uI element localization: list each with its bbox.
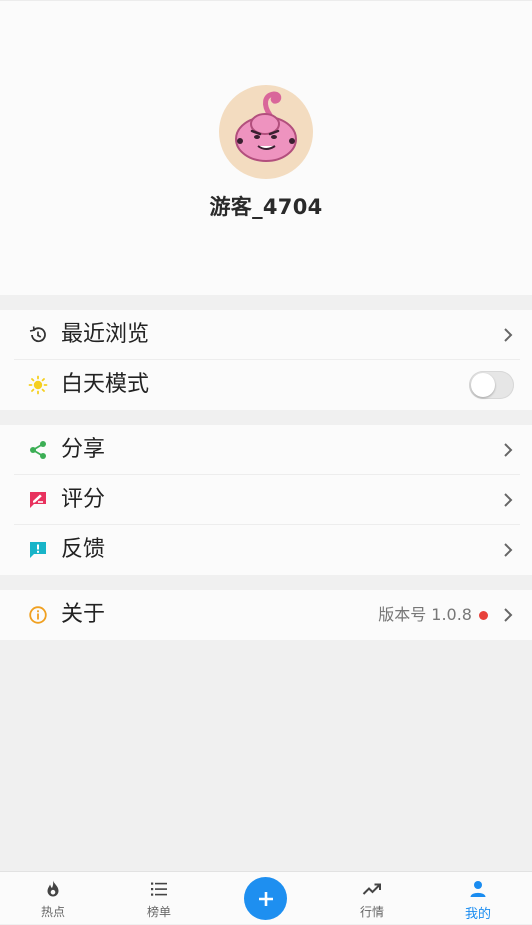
chevron-right-icon <box>502 442 514 458</box>
settings-group-2: 分享 评分 反馈 <box>0 425 532 575</box>
feedback-icon <box>28 540 48 560</box>
chevron-right-icon <box>502 492 514 508</box>
feedback-row[interactable]: 反馈 <box>0 525 532 575</box>
recent-browsing-label: 最近浏览 <box>61 322 150 347</box>
share-label: 分享 <box>61 437 106 462</box>
info-icon <box>28 605 48 625</box>
plus-icon <box>258 891 273 906</box>
chevron-right-icon <box>502 327 514 343</box>
tab-hot[interactable]: 热点 <box>13 872 93 925</box>
flame-icon <box>43 879 63 899</box>
tab-market-label: 行情 <box>359 905 384 919</box>
share-row[interactable]: 分享 <box>0 425 532 475</box>
settings-group-1: 最近浏览 白天模式 <box>0 310 532 410</box>
avatar[interactable] <box>219 85 313 179</box>
trend-icon <box>362 879 382 899</box>
username: 游客_4704 <box>209 195 323 219</box>
day-mode-row: 白天模式 <box>0 360 532 410</box>
list-icon <box>149 879 169 899</box>
recent-browsing-row[interactable]: 最近浏览 <box>0 310 532 360</box>
bottom-tab-bar: 热点 榜单 行情 我的 <box>0 871 532 924</box>
day-mode-toggle[interactable] <box>469 371 514 399</box>
tab-ranking[interactable]: 榜单 <box>119 872 199 925</box>
tab-hot-label: 热点 <box>40 905 65 919</box>
profile-header: 游客_4704 <box>0 0 532 295</box>
tab-ranking-label: 榜单 <box>146 905 171 919</box>
majin-buu-avatar-icon <box>235 91 297 162</box>
settings-group-3: 关于 版本号 1.0.8 <box>0 590 532 640</box>
about-label: 关于 <box>61 602 106 627</box>
chevron-right-icon <box>502 607 514 623</box>
tab-market[interactable]: 行情 <box>332 872 412 925</box>
rate-row[interactable]: 评分 <box>0 475 532 525</box>
tab-mine[interactable]: 我的 <box>438 872 518 925</box>
add-button[interactable] <box>244 877 287 920</box>
feedback-label: 反馈 <box>61 537 106 562</box>
rate-label: 评分 <box>61 487 106 512</box>
version-text: 版本号 1.0.8 <box>378 605 472 624</box>
update-dot <box>479 611 488 620</box>
about-row[interactable]: 关于 版本号 1.0.8 <box>0 590 532 640</box>
person-icon <box>468 879 488 899</box>
sun-icon <box>28 375 48 395</box>
day-mode-label: 白天模式 <box>61 372 150 397</box>
rate-icon <box>28 490 48 510</box>
history-icon <box>28 325 48 345</box>
chevron-right-icon <box>502 542 514 558</box>
tab-mine-label: 我的 <box>464 907 491 922</box>
share-icon <box>28 440 48 460</box>
toggle-knob <box>471 373 495 397</box>
